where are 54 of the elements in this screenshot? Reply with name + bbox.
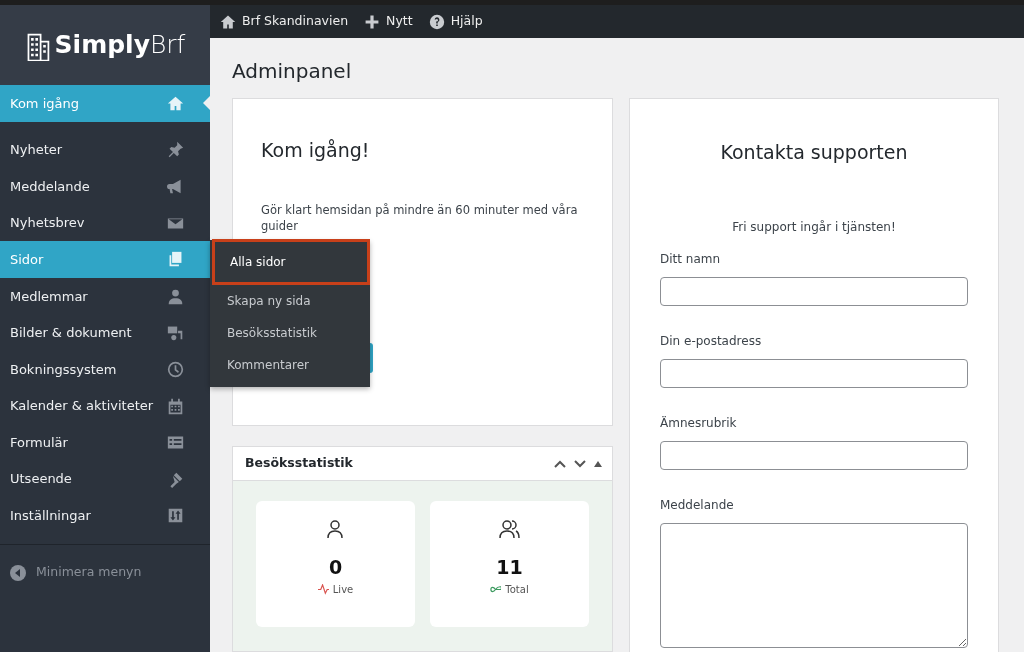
card-title: Kontakta supporten — [719, 141, 909, 164]
sidebar-item[interactable]: Nyheter — [0, 131, 210, 169]
field-label: Din e-postadress — [660, 332, 763, 350]
field-label: Ditt namn — [660, 250, 722, 268]
collapse-menu-link[interactable]: Minimera menyn — [36, 563, 142, 582]
pushpin-icon — [167, 141, 184, 159]
sidebar-item[interactable]: Bokningssystem — [0, 351, 210, 388]
logo-text: SimplyBrf — [54, 29, 186, 62]
page-title: Adminpanel — [232, 58, 353, 85]
person-icon — [167, 287, 184, 305]
stat-label: Live — [332, 582, 354, 597]
submenu-item[interactable]: Skapa ny sida — [210, 285, 370, 318]
input-field[interactable] — [660, 440, 968, 470]
card-title: Kom igång! — [261, 139, 371, 162]
submenu-item[interactable]: Besöksstatistik — [210, 317, 370, 350]
calendar-icon — [167, 397, 184, 415]
card-subtitle: Fri support ingår i tjänsten! — [731, 218, 897, 236]
person-icon — [325, 519, 346, 539]
megaphone-icon — [167, 178, 184, 195]
toolbar-link[interactable]: Brf Skandinavien — [220, 12, 349, 31]
field-label: Meddelande — [660, 496, 735, 514]
input-field[interactable] — [660, 358, 968, 388]
sidebar-item[interactable]: Formulär — [0, 424, 210, 461]
sidebar-item[interactable]: Kalender & aktiviteter — [0, 387, 210, 425]
toolbar-link[interactable]: Hjälp — [428, 12, 483, 31]
field-label: Ämnesrubrik — [660, 414, 738, 432]
submenu-item[interactable]: Kommentarer — [210, 349, 370, 382]
stat-label: Total — [505, 582, 529, 597]
sidebar-item[interactable]: Meddelande — [0, 168, 210, 205]
sidebar-item[interactable]: Inställningar — [0, 497, 210, 535]
pages-icon — [167, 251, 184, 269]
sidebar-item[interactable]: Utseende — [0, 460, 210, 498]
help-icon — [428, 13, 445, 30]
submenu-item[interactable]: Alla sidor — [212, 239, 370, 286]
input-field[interactable] — [660, 276, 968, 306]
clock-icon — [167, 360, 184, 378]
collapse-triangle-icon — [594, 460, 602, 467]
people-icon — [499, 519, 520, 539]
sliders-icon — [167, 507, 184, 525]
panel-title: Besöksstatistik — [245, 454, 353, 473]
card-text: Gör klart hemsidan på mindre än 60 minuter med våra guider — [261, 201, 579, 236]
media-icon — [167, 324, 184, 342]
plus-icon — [364, 13, 381, 30]
house-icon — [167, 94, 184, 112]
stat-value: 0 — [328, 555, 343, 580]
chevron-up-icon — [554, 459, 566, 468]
toolbar-link[interactable]: Nytt — [364, 12, 413, 31]
chevron-down-icon — [574, 459, 586, 468]
message-field[interactable] — [660, 522, 968, 648]
sidebar-item[interactable]: Medlemmar — [0, 277, 210, 315]
sidebar-item[interactable]: Bilder & dokument — [0, 314, 210, 352]
sidebar-item[interactable]: Nyhetsbrev — [0, 204, 210, 242]
stat-value: 11 — [496, 555, 523, 580]
house-icon — [220, 13, 236, 30]
